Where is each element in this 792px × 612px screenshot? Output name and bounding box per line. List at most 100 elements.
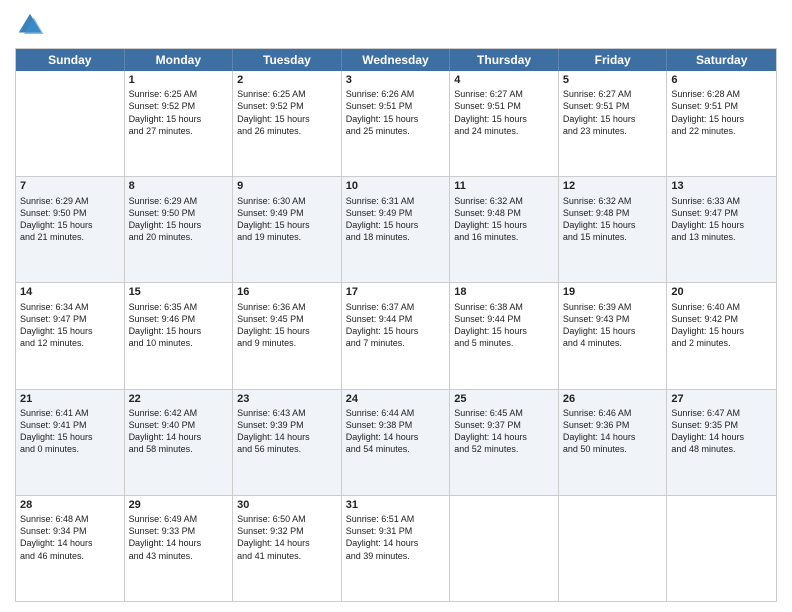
empty-cell [559, 496, 668, 601]
day-cell-12: 12 Sunrise: 6:32 AM Sunset: 9:48 PM Dayli… [559, 177, 668, 282]
day-number: 13 [671, 179, 772, 193]
day-cell-26: 26Sunrise: 6:46 AM Sunset: 9:36 PM Dayli… [559, 390, 668, 495]
day-cell-18: 18 Sunrise: 6:38 AM Sunset: 9:44 PM Dayli… [450, 283, 559, 388]
day-cell-24: 24Sunrise: 6:44 AM Sunset: 9:38 PM Dayli… [342, 390, 451, 495]
day-number: 3 [346, 73, 446, 87]
calendar-row: 21Sunrise: 6:41 AM Sunset: 9:41 PM Dayli… [16, 390, 776, 496]
day-number: 29 [129, 498, 229, 512]
day-info: Sunrise: 6:48 AM Sunset: 9:34 PM Dayligh… [20, 513, 120, 562]
day-cell-19: 19 Sunrise: 6:39 AM Sunset: 9:43 PM Dayli… [559, 283, 668, 388]
weekday-header-monday: Monday [125, 49, 234, 71]
day-cell-27: 27Sunrise: 6:47 AM Sunset: 9:35 PM Dayli… [667, 390, 776, 495]
weekday-header-friday: Friday [559, 49, 668, 71]
day-info: Sunrise: 6:29 AM Sunset: 9:50 PM Dayligh… [129, 195, 229, 244]
day-info: Sunrise: 6:41 AM Sunset: 9:41 PM Dayligh… [20, 407, 120, 456]
day-cell-25: 25Sunrise: 6:45 AM Sunset: 9:37 PM Dayli… [450, 390, 559, 495]
day-number: 17 [346, 285, 446, 299]
day-cell-6: 6Sunrise: 6:28 AM Sunset: 9:51 PM Daylig… [667, 71, 776, 176]
day-cell-7: 7 Sunrise: 6:29 AM Sunset: 9:50 PM Daylig… [16, 177, 125, 282]
day-number: 12 [563, 179, 663, 193]
day-info: Sunrise: 6:35 AM Sunset: 9:46 PM Dayligh… [129, 301, 229, 350]
day-cell-29: 29Sunrise: 6:49 AM Sunset: 9:33 PM Dayli… [125, 496, 234, 601]
day-cell-5: 5Sunrise: 6:27 AM Sunset: 9:51 PM Daylig… [559, 71, 668, 176]
day-info: Sunrise: 6:49 AM Sunset: 9:33 PM Dayligh… [129, 513, 229, 562]
weekday-header-wednesday: Wednesday [342, 49, 451, 71]
day-number: 31 [346, 498, 446, 512]
day-cell-1: 1Sunrise: 6:25 AM Sunset: 9:52 PM Daylig… [125, 71, 234, 176]
logo-icon [15, 10, 45, 40]
day-info: Sunrise: 6:38 AM Sunset: 9:44 PM Dayligh… [454, 301, 554, 350]
calendar-row: 28Sunrise: 6:48 AM Sunset: 9:34 PM Dayli… [16, 496, 776, 601]
calendar: SundayMondayTuesdayWednesdayThursdayFrid… [15, 48, 777, 602]
day-info: Sunrise: 6:40 AM Sunset: 9:42 PM Dayligh… [671, 301, 772, 350]
day-number: 21 [20, 392, 120, 406]
day-info: Sunrise: 6:27 AM Sunset: 9:51 PM Dayligh… [454, 88, 554, 137]
day-cell-30: 30Sunrise: 6:50 AM Sunset: 9:32 PM Dayli… [233, 496, 342, 601]
day-cell-14: 14 Sunrise: 6:34 AM Sunset: 9:47 PM Dayli… [16, 283, 125, 388]
calendar-row: 7 Sunrise: 6:29 AM Sunset: 9:50 PM Daylig… [16, 177, 776, 283]
day-cell-10: 10Sunrise: 6:31 AM Sunset: 9:49 PM Dayli… [342, 177, 451, 282]
day-cell-21: 21Sunrise: 6:41 AM Sunset: 9:41 PM Dayli… [16, 390, 125, 495]
day-number: 4 [454, 73, 554, 87]
day-info: Sunrise: 6:47 AM Sunset: 9:35 PM Dayligh… [671, 407, 772, 456]
day-cell-23: 23Sunrise: 6:43 AM Sunset: 9:39 PM Dayli… [233, 390, 342, 495]
day-cell-22: 22Sunrise: 6:42 AM Sunset: 9:40 PM Dayli… [125, 390, 234, 495]
day-info: Sunrise: 6:43 AM Sunset: 9:39 PM Dayligh… [237, 407, 337, 456]
day-info: Sunrise: 6:39 AM Sunset: 9:43 PM Dayligh… [563, 301, 663, 350]
day-info: Sunrise: 6:29 AM Sunset: 9:50 PM Dayligh… [20, 195, 120, 244]
day-number: 5 [563, 73, 663, 87]
day-cell-31: 31Sunrise: 6:51 AM Sunset: 9:31 PM Dayli… [342, 496, 451, 601]
day-info: Sunrise: 6:33 AM Sunset: 9:47 PM Dayligh… [671, 195, 772, 244]
day-number: 26 [563, 392, 663, 406]
day-info: Sunrise: 6:34 AM Sunset: 9:47 PM Dayligh… [20, 301, 120, 350]
day-info: Sunrise: 6:51 AM Sunset: 9:31 PM Dayligh… [346, 513, 446, 562]
page: SundayMondayTuesdayWednesdayThursdayFrid… [0, 0, 792, 612]
day-info: Sunrise: 6:44 AM Sunset: 9:38 PM Dayligh… [346, 407, 446, 456]
day-number: 27 [671, 392, 772, 406]
day-number: 1 [129, 73, 229, 87]
weekday-header-thursday: Thursday [450, 49, 559, 71]
day-number: 7 [20, 179, 120, 193]
day-cell-8: 8 Sunrise: 6:29 AM Sunset: 9:50 PM Daylig… [125, 177, 234, 282]
day-cell-9: 9 Sunrise: 6:30 AM Sunset: 9:49 PM Daylig… [233, 177, 342, 282]
day-info: Sunrise: 6:36 AM Sunset: 9:45 PM Dayligh… [237, 301, 337, 350]
day-number: 15 [129, 285, 229, 299]
day-number: 9 [237, 179, 337, 193]
weekday-header-sunday: Sunday [16, 49, 125, 71]
day-info: Sunrise: 6:32 AM Sunset: 9:48 PM Dayligh… [454, 195, 554, 244]
day-info: Sunrise: 6:30 AM Sunset: 9:49 PM Dayligh… [237, 195, 337, 244]
day-cell-3: 3Sunrise: 6:26 AM Sunset: 9:51 PM Daylig… [342, 71, 451, 176]
day-number: 14 [20, 285, 120, 299]
day-cell-4: 4Sunrise: 6:27 AM Sunset: 9:51 PM Daylig… [450, 71, 559, 176]
day-cell-20: 20 Sunrise: 6:40 AM Sunset: 9:42 PM Dayli… [667, 283, 776, 388]
day-number: 11 [454, 179, 554, 193]
logo [15, 10, 49, 40]
day-info: Sunrise: 6:31 AM Sunset: 9:49 PM Dayligh… [346, 195, 446, 244]
weekday-header-saturday: Saturday [667, 49, 776, 71]
day-number: 16 [237, 285, 337, 299]
day-cell-13: 13 Sunrise: 6:33 AM Sunset: 9:47 PM Dayli… [667, 177, 776, 282]
day-cell-16: 16 Sunrise: 6:36 AM Sunset: 9:45 PM Dayli… [233, 283, 342, 388]
day-number: 24 [346, 392, 446, 406]
day-info: Sunrise: 6:32 AM Sunset: 9:48 PM Dayligh… [563, 195, 663, 244]
day-info: Sunrise: 6:45 AM Sunset: 9:37 PM Dayligh… [454, 407, 554, 456]
day-number: 22 [129, 392, 229, 406]
day-number: 25 [454, 392, 554, 406]
weekday-header-tuesday: Tuesday [233, 49, 342, 71]
day-number: 18 [454, 285, 554, 299]
day-cell-15: 15 Sunrise: 6:35 AM Sunset: 9:46 PM Dayli… [125, 283, 234, 388]
day-cell-28: 28Sunrise: 6:48 AM Sunset: 9:34 PM Dayli… [16, 496, 125, 601]
day-info: Sunrise: 6:37 AM Sunset: 9:44 PM Dayligh… [346, 301, 446, 350]
day-info: Sunrise: 6:46 AM Sunset: 9:36 PM Dayligh… [563, 407, 663, 456]
calendar-header: SundayMondayTuesdayWednesdayThursdayFrid… [16, 49, 776, 71]
day-number: 19 [563, 285, 663, 299]
day-number: 28 [20, 498, 120, 512]
day-info: Sunrise: 6:50 AM Sunset: 9:32 PM Dayligh… [237, 513, 337, 562]
day-info: Sunrise: 6:27 AM Sunset: 9:51 PM Dayligh… [563, 88, 663, 137]
day-number: 8 [129, 179, 229, 193]
day-number: 23 [237, 392, 337, 406]
day-cell-11: 11 Sunrise: 6:32 AM Sunset: 9:48 PM Dayli… [450, 177, 559, 282]
empty-cell [450, 496, 559, 601]
day-number: 30 [237, 498, 337, 512]
day-number: 20 [671, 285, 772, 299]
